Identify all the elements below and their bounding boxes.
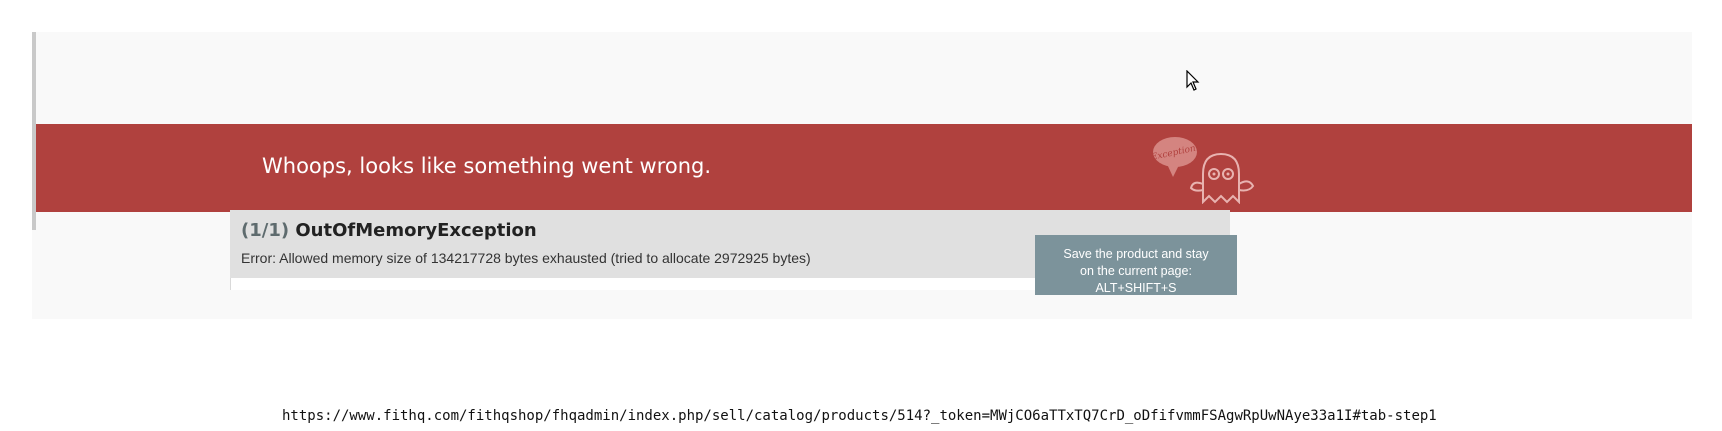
exception-message: Error: Allowed memory size of 134217728 … (241, 250, 811, 266)
exception-counter: (1/1) (241, 220, 290, 241)
status-bar-url: https://www.fithq.com/fithqshop/fhqadmin… (282, 408, 1437, 424)
exception-title: (1/1) OutOfMemoryException (241, 220, 537, 241)
tooltip-line-2: on the current page: (1080, 264, 1192, 278)
tooltip-line-1: Save the product and stay (1063, 247, 1209, 261)
save-shortcut-tooltip: Save the product and stay on the current… (1035, 235, 1237, 295)
exception-class: OutOfMemoryException (295, 220, 537, 241)
exception-ghosts-icon: Exception! (1151, 137, 1255, 204)
frame-left-border (32, 32, 36, 230)
tooltip-line-3: ALT+SHIFT+S (1095, 281, 1177, 295)
error-banner: Whoops, looks like something went wrong.… (36, 124, 1692, 212)
banner-title: Whoops, looks like something went wrong. (262, 154, 712, 178)
mouse-cursor-icon (1186, 70, 1200, 91)
